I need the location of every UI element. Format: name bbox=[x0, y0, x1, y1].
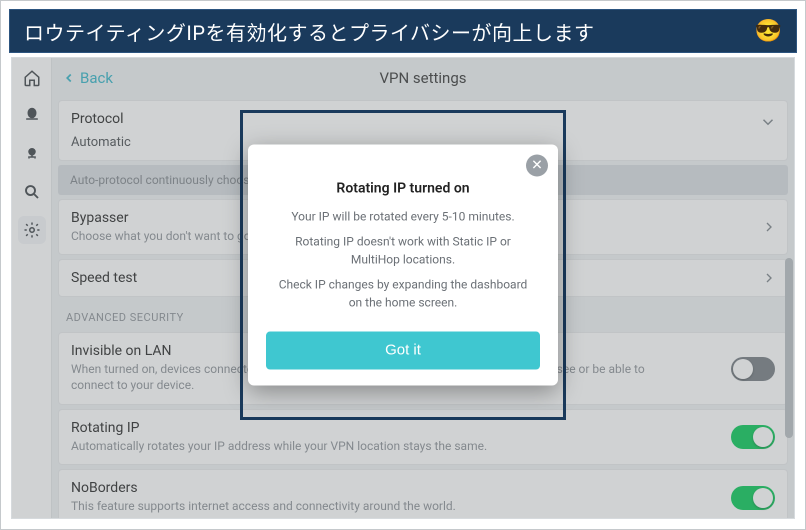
sunglasses-emoji: 😎 bbox=[755, 19, 782, 44]
protocol-label: Protocol bbox=[71, 111, 775, 127]
invisible-on-lan-toggle[interactable] bbox=[731, 357, 775, 381]
chevron-down-icon bbox=[759, 113, 777, 131]
sidebar-item-home[interactable] bbox=[18, 64, 46, 92]
chevron-right-icon bbox=[761, 219, 777, 235]
modal-title: Rotating IP turned on bbox=[266, 181, 540, 197]
close-icon: ✕ bbox=[531, 158, 543, 174]
noborders-toggle[interactable] bbox=[731, 486, 775, 510]
sidebar bbox=[12, 58, 52, 518]
sidebar-item-settings[interactable] bbox=[18, 216, 46, 244]
topbar: Back VPN settings bbox=[52, 58, 794, 98]
sidebar-item-alert[interactable] bbox=[18, 102, 46, 130]
banner-text: ロウテイティングIPを有効化するとプライバシーが向上します bbox=[24, 17, 749, 46]
modal-line-2: Rotating IP doesn't work with Static IP … bbox=[276, 234, 530, 269]
sidebar-item-search[interactable] bbox=[18, 178, 46, 206]
rotating-ip-row: Rotating IP Automatically rotates your I… bbox=[58, 409, 788, 466]
rotating-ip-label: Rotating IP bbox=[71, 420, 775, 436]
chevron-left-icon bbox=[62, 71, 76, 85]
rotating-ip-toggle[interactable] bbox=[731, 425, 775, 449]
chevron-right-icon bbox=[761, 270, 777, 286]
noborders-label: NoBorders bbox=[71, 480, 775, 496]
modal-line-1: Your IP will be rotated every 5-10 minut… bbox=[276, 209, 530, 226]
back-button[interactable]: Back bbox=[62, 69, 113, 87]
rotating-ip-modal: ✕ Rotating IP turned on Your IP will be … bbox=[248, 145, 558, 386]
scrollbar-thumb[interactable] bbox=[785, 258, 793, 438]
noborders-row: NoBorders This feature supports internet… bbox=[58, 469, 788, 518]
sidebar-item-shield[interactable] bbox=[18, 140, 46, 168]
back-label: Back bbox=[80, 69, 113, 87]
annotation-banner: ロウテイティングIPを有効化するとプライバシーが向上します 😎 bbox=[9, 9, 797, 53]
close-button[interactable]: ✕ bbox=[526, 155, 548, 177]
noborders-desc: This feature supports internet access an… bbox=[71, 499, 671, 515]
page-title: VPN settings bbox=[52, 69, 794, 87]
rotating-ip-desc: Automatically rotates your IP address wh… bbox=[71, 439, 671, 455]
modal-line-3: Check IP changes by expanding the dashbo… bbox=[276, 277, 530, 312]
got-it-button[interactable]: Got it bbox=[266, 331, 540, 369]
